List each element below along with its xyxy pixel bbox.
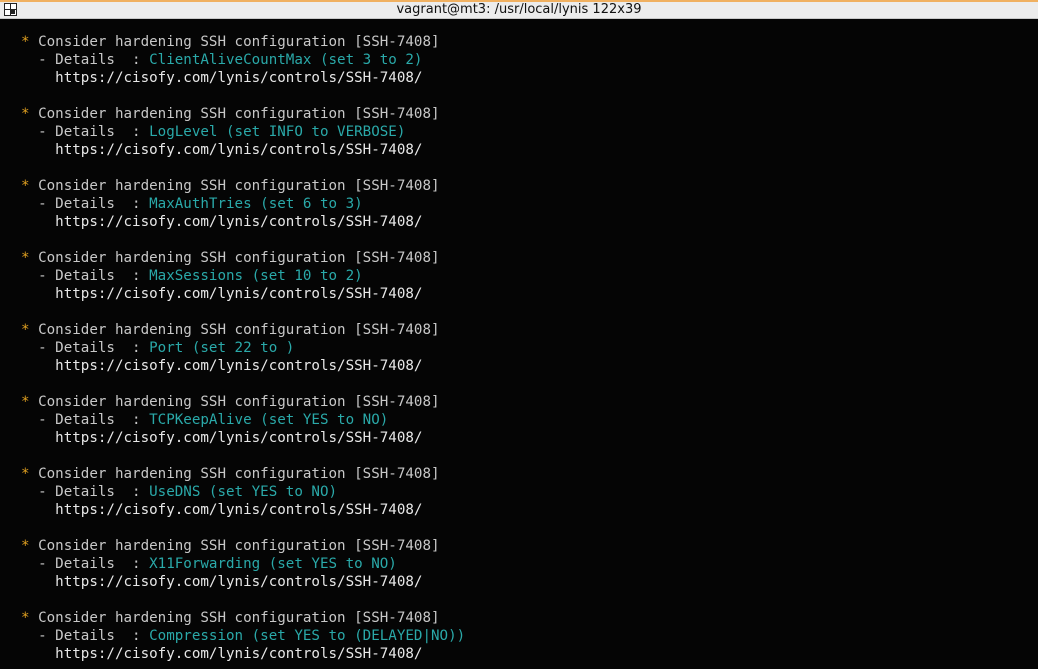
detail-label: - Details : <box>21 556 150 572</box>
suggestion-entry: * Consider hardening SSH configuration [… <box>21 105 465 177</box>
control-url: https://cisofy.com/lynis/controls/SSH-74… <box>21 286 423 302</box>
detail-line: - Details : X11Forwarding (set YES to NO… <box>21 555 465 573</box>
suggestion-heading: Consider hardening SSH configuration [SS… <box>29 178 440 194</box>
suggestion-heading: Consider hardening SSH configuration [SS… <box>29 34 440 50</box>
detail-value: ClientAliveCountMax (set 3 to 2) <box>149 52 423 68</box>
suggestion-heading-line: * Consider hardening SSH configuration [… <box>21 249 465 267</box>
suggestion-heading-line: * Consider hardening SSH configuration [… <box>21 33 465 51</box>
control-url: https://cisofy.com/lynis/controls/SSH-74… <box>21 646 423 662</box>
suggestion-entry: * Consider hardening SSH configuration [… <box>21 609 465 669</box>
control-url: https://cisofy.com/lynis/controls/SSH-74… <box>21 70 423 86</box>
suggestion-heading-line: * Consider hardening SSH configuration [… <box>21 609 465 627</box>
detail-line: - Details : TCPKeepAlive (set YES to NO) <box>21 411 465 429</box>
suggestion-heading: Consider hardening SSH configuration [SS… <box>29 610 440 626</box>
suggestion-heading-line: * Consider hardening SSH configuration [… <box>21 537 465 555</box>
detail-label: - Details : <box>21 628 150 644</box>
suggestion-entry: * Consider hardening SSH configuration [… <box>21 321 465 393</box>
suggestion-heading-line: * Consider hardening SSH configuration [… <box>21 177 465 195</box>
detail-value: Compression (set YES to (DELAYED|NO)) <box>149 628 466 644</box>
detail-label: - Details : <box>21 268 150 284</box>
suggestion-entry: * Consider hardening SSH configuration [… <box>21 177 465 249</box>
terminal-lines: * Consider hardening SSH configuration [… <box>21 33 465 669</box>
control-url: https://cisofy.com/lynis/controls/SSH-74… <box>21 574 423 590</box>
detail-value: X11Forwarding (set YES to NO) <box>149 556 397 572</box>
suggestion-heading: Consider hardening SSH configuration [SS… <box>29 538 440 554</box>
detail-line: - Details : Compression (set YES to (DEL… <box>21 627 465 645</box>
detail-label: - Details : <box>21 124 150 140</box>
detail-line: - Details : UseDNS (set YES to NO) <box>21 483 465 501</box>
suggestion-heading-line: * Consider hardening SSH configuration [… <box>21 393 465 411</box>
bullet-star: * <box>21 34 30 50</box>
control-url: https://cisofy.com/lynis/controls/SSH-74… <box>21 214 423 230</box>
suggestion-entry: * Consider hardening SSH configuration [… <box>21 249 465 321</box>
detail-label: - Details : <box>21 340 150 356</box>
suggestion-heading: Consider hardening SSH configuration [SS… <box>29 250 440 266</box>
detail-line: - Details : MaxSessions (set 10 to 2) <box>21 267 465 285</box>
suggestion-heading-line: * Consider hardening SSH configuration [… <box>21 321 465 339</box>
detail-label: - Details : <box>21 196 150 212</box>
detail-value: MaxSessions (set 10 to 2) <box>149 268 363 284</box>
detail-value: LogLevel (set INFO to VERBOSE) <box>149 124 406 140</box>
suggestion-heading: Consider hardening SSH configuration [SS… <box>29 466 440 482</box>
bullet-star: * <box>21 394 30 410</box>
window-title: vagrant@mt3: /usr/local/lynis 122x39 <box>396 2 642 17</box>
detail-value: MaxAuthTries (set 6 to 3) <box>149 196 363 212</box>
bullet-star: * <box>21 538 30 554</box>
terminal-output[interactable]: * Consider hardening SSH configuration [… <box>0 19 1038 669</box>
suggestion-heading: Consider hardening SSH configuration [SS… <box>29 106 440 122</box>
detail-line: - Details : MaxAuthTries (set 6 to 3) <box>21 195 465 213</box>
suggestion-heading: Consider hardening SSH configuration [SS… <box>29 322 440 338</box>
detail-line: - Details : LogLevel (set INFO to VERBOS… <box>21 123 465 141</box>
suggestion-entry: * Consider hardening SSH configuration [… <box>21 465 465 537</box>
detail-value: Port (set 22 to ) <box>149 340 295 356</box>
suggestion-entry: * Consider hardening SSH configuration [… <box>21 393 465 465</box>
control-url: https://cisofy.com/lynis/controls/SSH-74… <box>21 502 423 518</box>
control-url: https://cisofy.com/lynis/controls/SSH-74… <box>21 142 423 158</box>
window-titlebar[interactable]: vagrant@mt3: /usr/local/lynis 122x39 <box>0 0 1038 19</box>
detail-value: UseDNS (set YES to NO) <box>149 484 338 500</box>
detail-line: - Details : Port (set 22 to ) <box>21 339 465 357</box>
detail-line: - Details : ClientAliveCountMax (set 3 t… <box>21 51 465 69</box>
suggestion-heading-line: * Consider hardening SSH configuration [… <box>21 465 465 483</box>
bullet-star: * <box>21 322 30 338</box>
suggestion-entry: * Consider hardening SSH configuration [… <box>21 537 465 609</box>
bullet-star: * <box>21 250 30 266</box>
bullet-star: * <box>21 106 30 122</box>
control-url: https://cisofy.com/lynis/controls/SSH-74… <box>21 358 423 374</box>
bullet-star: * <box>21 610 30 626</box>
detail-label: - Details : <box>21 412 150 428</box>
bullet-star: * <box>21 178 30 194</box>
bullet-star: * <box>21 466 30 482</box>
control-url: https://cisofy.com/lynis/controls/SSH-74… <box>21 430 423 446</box>
detail-label: - Details : <box>21 52 150 68</box>
suggestion-heading: Consider hardening SSH configuration [SS… <box>29 394 440 410</box>
suggestion-entry: * Consider hardening SSH configuration [… <box>21 33 465 105</box>
detail-value: TCPKeepAlive (set YES to NO) <box>149 412 389 428</box>
suggestion-heading-line: * Consider hardening SSH configuration [… <box>21 105 465 123</box>
detail-label: - Details : <box>21 484 150 500</box>
